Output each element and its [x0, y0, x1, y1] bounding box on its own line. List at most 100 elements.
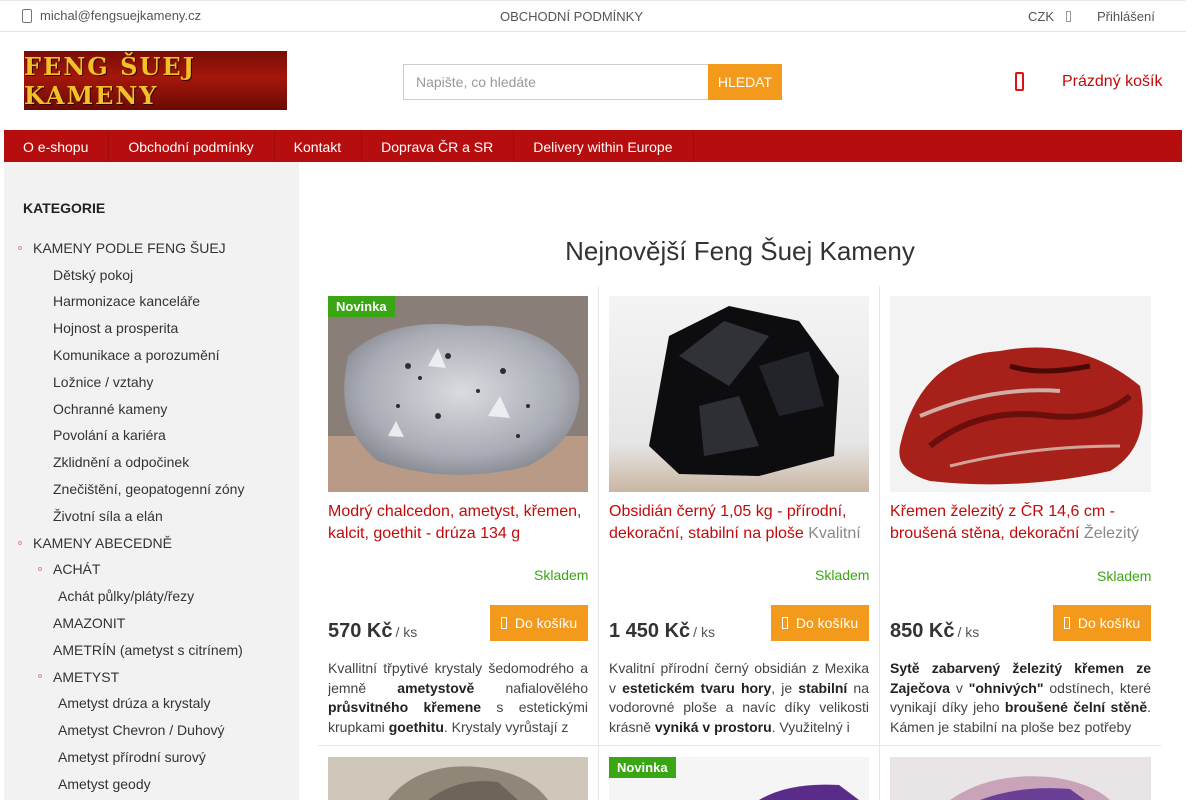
add-to-cart-label: Do košíku [795, 615, 859, 631]
product-image[interactable] [890, 757, 1151, 800]
add-to-cart-button[interactable]: Do košíku [1053, 605, 1151, 641]
product-image[interactable] [328, 296, 588, 492]
desc-segment: , je [771, 679, 799, 696]
terms-link[interactable]: OBCHODNÍ PODMÍNKY [500, 9, 643, 24]
desc-segment-bold: goethitu [388, 718, 444, 735]
desc-segment-bold: estetickém tvaru hory [622, 679, 772, 696]
sidebar-heading: KATEGORIE [23, 200, 106, 216]
product-title[interactable]: Křemen železitý z ČR 14,6 cm - broušená … [890, 501, 1152, 545]
desc-segment-bold: broušené čelní stěně [1004, 699, 1148, 715]
add-to-cart-label: Do košíku [514, 615, 578, 631]
nav-item-terms[interactable]: Obchodní podmínky [109, 130, 275, 162]
product-title-text[interactable]: Křemen železitý z ČR 14,6 cm - broušená … [890, 503, 1115, 542]
price-value: 570 Kč [328, 620, 393, 642]
nav-item-delivery-europe[interactable]: Delivery within Europe [514, 130, 694, 162]
category-item[interactable]: AMAZONIT [53, 615, 125, 631]
main-nav: O e-shopu Obchodní podmínky Kontakt Dopr… [4, 130, 1182, 162]
product-description: Sytě zabarvený železitý křemen ze Zaječo… [890, 659, 1151, 735]
cart-icon[interactable] [1015, 72, 1024, 91]
product-title[interactable]: Obsidián černý 1,05 kg - přírodní, dekor… [609, 501, 871, 545]
category-item[interactable]: Zklidnění a odpočinek [53, 454, 189, 470]
contact-email[interactable]: michal@fengsuejkameny.cz [22, 8, 201, 23]
stock-status: Skladem [815, 567, 870, 583]
desc-segment: nafialovělého [474, 679, 588, 696]
category-item[interactable]: Ametyst drúza a krystaly [58, 695, 211, 711]
desc-segment-bold: vyniká v prostoru [654, 718, 772, 735]
category-item[interactable]: Dětský pokoj [53, 267, 133, 283]
product-title[interactable]: Modrý chalcedon, ametyst, křemen, kalcit… [328, 501, 590, 545]
category-item[interactable]: Ložnice / vztahy [53, 374, 153, 390]
category-item[interactable]: Harmonizace kanceláře [53, 293, 200, 309]
search-input[interactable] [403, 64, 708, 100]
obsidian-image[interactable] [609, 296, 869, 492]
desc-segment: . Využitelný i [771, 718, 850, 735]
currency-select[interactable]: CZK [1028, 9, 1071, 24]
category-item[interactable]: Životní síla a elán [53, 508, 163, 524]
category-item[interactable]: Ochranné kameny [53, 401, 167, 417]
add-to-cart-button[interactable]: Do košíku [490, 605, 588, 641]
bullet-icon [38, 567, 42, 571]
amethyst-hand-image[interactable] [890, 757, 1151, 800]
cart-label[interactable]: Prázdný košík [1062, 73, 1162, 91]
stock-status: Skladem [1097, 568, 1152, 584]
price-value: 1 450 Kč [609, 620, 691, 642]
product-image[interactable] [328, 757, 588, 800]
bullet-icon [18, 246, 22, 250]
product-price: 850 Kč / ks [890, 620, 979, 643]
bullet-icon [18, 541, 22, 545]
site-logo[interactable]: FENG ŠUEJ KAMENY [24, 51, 287, 110]
email-text[interactable]: michal@fengsuejkameny.cz [40, 8, 201, 23]
desc-segment: v [949, 679, 969, 696]
category-item[interactable]: Ametyst přírodní surový [58, 749, 206, 765]
grid-divider [318, 745, 1161, 746]
product-description: Kvallitní třpytivé krystaly šedomodrého … [328, 659, 588, 735]
grid-divider [598, 286, 599, 800]
category-item[interactable]: Achát půlky/pláty/řezy [58, 588, 194, 604]
category-item[interactable]: Komunikace a porozumění [53, 347, 220, 363]
product-subtitle: Kvalitní [808, 525, 861, 542]
price-unit: / ks [957, 624, 980, 640]
category-item[interactable]: AMETRÍN (ametyst s citrínem) [53, 642, 243, 658]
jasper-image[interactable] [890, 296, 1151, 492]
phone-icon [22, 8, 32, 23]
cart-icon [781, 617, 788, 629]
desc-segment-bold: stabilní [798, 679, 848, 696]
grid-divider [879, 286, 880, 800]
category-alphabetical[interactable]: KAMENY ABECEDNĚ [33, 535, 172, 551]
product-image[interactable] [609, 296, 869, 492]
category-feng-shui[interactable]: KAMENY PODLE FENG ŠUEJ [33, 240, 226, 256]
nav-item-about[interactable]: O e-shopu [4, 130, 110, 162]
login-link[interactable]: Přihlášení [1097, 9, 1155, 24]
search-button[interactable]: HLEDAT [708, 64, 782, 100]
price-unit: / ks [395, 624, 418, 640]
category-item[interactable]: Ametyst geody [58, 776, 151, 792]
category-achat[interactable]: ACHÁT [53, 561, 100, 577]
add-to-cart-button[interactable]: Do košíku [771, 605, 869, 641]
search-form: HLEDAT [403, 64, 782, 100]
stone-image[interactable] [328, 757, 588, 800]
chevron-down-icon[interactable] [1066, 11, 1071, 22]
bullet-icon [38, 674, 42, 678]
stock-status: Skladem [534, 567, 589, 583]
currency-label[interactable]: CZK [1028, 9, 1054, 24]
cart-icon [500, 617, 507, 629]
category-item[interactable]: Znečištění, geopatogenní zóny [53, 481, 244, 497]
chalcedony-image[interactable] [328, 296, 588, 492]
category-item[interactable]: Ametyst Chevron / Duhový [58, 722, 225, 738]
product-image[interactable] [890, 296, 1151, 492]
price-unit: / ks [693, 624, 715, 640]
desc-segment-bold: ametystově [397, 679, 475, 696]
category-item[interactable]: Povolání a kariéra [53, 427, 166, 443]
category-item[interactable]: Hojnost a prosperita [53, 320, 178, 336]
product-title-text[interactable]: Modrý chalcedon, ametyst, křemen, kalcit… [328, 503, 581, 542]
new-badge: Novinka [328, 296, 395, 317]
category-sidebar: KATEGORIE KAMENY PODLE FENG ŠUEJ Dětský … [4, 162, 299, 800]
cart[interactable]: Prázdný košík [1015, 72, 1162, 91]
product-price: 570 Kč / ks [328, 620, 417, 643]
product-price: 1 450 Kč / ks [609, 620, 715, 643]
desc-segment-bold: "ohnivých" [968, 679, 1044, 696]
nav-item-contact[interactable]: Kontakt [275, 130, 363, 162]
desc-segment-bold: průsvitného křemene [328, 699, 482, 715]
nav-item-shipping[interactable]: Doprava ČR a SR [362, 130, 515, 162]
category-ametyst[interactable]: AMETYST [53, 669, 119, 685]
